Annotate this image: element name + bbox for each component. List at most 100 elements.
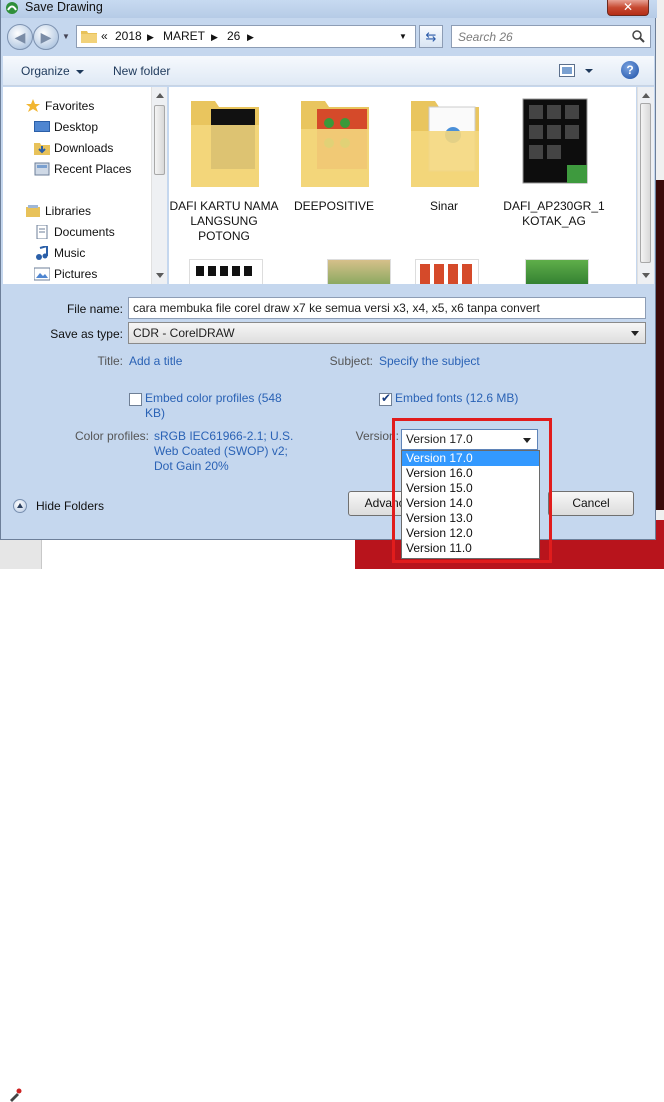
music-icon bbox=[36, 246, 48, 260]
background-toolbox bbox=[0, 540, 42, 1102]
version-select-value: Version 17.0 bbox=[406, 432, 473, 446]
subject-field[interactable]: Specify the subject bbox=[379, 354, 480, 368]
address-bar[interactable]: « 2018 ▶ MARET ▶ 26 ▶ ▼ bbox=[76, 25, 416, 48]
version-options-list: Version 17.0 Version 16.0 Version 15.0 V… bbox=[401, 450, 540, 559]
path-separator-icon[interactable]: ▶ bbox=[147, 32, 154, 43]
title-label: Title: bbox=[97, 354, 123, 368]
path-separator-icon[interactable]: ▶ bbox=[211, 32, 218, 43]
sidebar-item-label: Desktop bbox=[54, 120, 99, 134]
recent-places-icon bbox=[34, 162, 50, 176]
organize-menu[interactable]: Organize bbox=[21, 64, 84, 78]
star-icon bbox=[26, 99, 40, 112]
color-profiles-value-line[interactable]: sRGB IEC61966-2.1; U.S. bbox=[154, 429, 293, 444]
sidebar-item-label: Recent Places bbox=[54, 162, 132, 176]
eyedropper-icon[interactable] bbox=[8, 1088, 22, 1102]
address-dropdown-icon[interactable]: ▼ bbox=[399, 32, 407, 41]
documents-icon bbox=[36, 225, 48, 239]
file-thumbnail-partial[interactable] bbox=[189, 259, 263, 284]
search-icon[interactable] bbox=[632, 30, 645, 43]
sidebar-item-label: Documents bbox=[54, 225, 115, 239]
file-thumbnail-partial[interactable] bbox=[327, 259, 391, 284]
cancel-button[interactable]: Cancel bbox=[548, 491, 634, 516]
help-icon[interactable]: ? bbox=[621, 61, 639, 79]
save-as-type-value: CDR - CorelDRAW bbox=[133, 326, 235, 340]
chevron-down-icon bbox=[75, 69, 84, 74]
color-profiles-value-line[interactable]: Dot Gain 20% bbox=[154, 459, 229, 474]
version-option[interactable]: Version 15.0 bbox=[402, 481, 539, 496]
file-name: Sinar bbox=[429, 199, 458, 213]
sidebar-favorites-label: Favorites bbox=[45, 99, 95, 113]
hide-folders-button[interactable]: Hide Folders bbox=[36, 499, 104, 513]
file-thumbnail-partial[interactable] bbox=[525, 259, 589, 284]
file-name-label: File name: bbox=[66, 302, 123, 316]
view-options-dropdown-icon[interactable] bbox=[585, 69, 593, 73]
version-option[interactable]: Version 13.0 bbox=[402, 511, 539, 526]
path-separator-icon[interactable]: ▶ bbox=[247, 32, 254, 43]
version-option[interactable]: Version 16.0 bbox=[402, 466, 539, 481]
search-placeholder: Search 26 bbox=[458, 30, 513, 44]
window-title: Save Drawing bbox=[25, 0, 103, 14]
back-button[interactable]: ◀ bbox=[7, 24, 33, 50]
search-input[interactable]: Search 26 bbox=[451, 25, 651, 48]
coreldraw-file-thumbnail-icon bbox=[522, 98, 588, 184]
organize-label: Organize bbox=[21, 64, 70, 78]
thumbnail-pattern bbox=[196, 266, 256, 276]
folder-icon bbox=[191, 101, 259, 187]
hide-folders-icon[interactable] bbox=[13, 499, 27, 513]
coreldraw-app-icon bbox=[6, 2, 18, 14]
path-segment-2018[interactable]: 2018 bbox=[115, 29, 142, 43]
scroll-thumb[interactable] bbox=[154, 105, 165, 175]
subject-label: Subject: bbox=[329, 354, 373, 368]
navigation-pane: Favorites Desktop Downloads Recent Place… bbox=[3, 87, 167, 284]
embed-color-profiles-size: KB) bbox=[145, 406, 166, 420]
sidebar-item-label: Downloads bbox=[54, 141, 114, 155]
scroll-down-icon[interactable] bbox=[642, 273, 650, 278]
path-segment-maret[interactable]: MARET bbox=[163, 29, 205, 43]
scroll-down-icon[interactable] bbox=[156, 273, 164, 278]
sidebar-item-label: Pictures bbox=[54, 267, 98, 281]
save-drawing-dialog: Save Drawing ✕ ◀ ▶ ▼ « 2018 ▶ MARET ▶ 26… bbox=[0, 0, 657, 540]
refresh-button[interactable]: ⇆ bbox=[419, 25, 443, 48]
sidebar-item-label: Music bbox=[54, 246, 86, 260]
version-option[interactable]: Version 12.0 bbox=[402, 526, 539, 541]
pictures-icon bbox=[34, 267, 50, 281]
folder-icon bbox=[81, 31, 97, 43]
title-field[interactable]: Add a title bbox=[129, 354, 182, 368]
file-name: DAFI KARTU NAMA LANGSUNG POTONG bbox=[169, 199, 279, 243]
scroll-thumb[interactable] bbox=[640, 103, 651, 263]
chevron-down-icon bbox=[631, 331, 639, 336]
color-profiles-value-line[interactable]: Web Coated (SWOP) v2; bbox=[154, 444, 288, 459]
embed-fonts-checkbox[interactable] bbox=[379, 391, 392, 406]
chevron-down-icon bbox=[523, 438, 531, 443]
new-folder-button[interactable]: New folder bbox=[113, 64, 170, 78]
title-bar: Save Drawing ✕ bbox=[1, 0, 657, 18]
change-view-icon[interactable] bbox=[559, 64, 575, 77]
file-name: DEEPOSITIVE bbox=[293, 199, 375, 213]
embed-color-profiles-label: Embed color profiles (548 bbox=[145, 391, 282, 405]
scroll-up-icon[interactable] bbox=[156, 93, 164, 98]
libraries-icon bbox=[26, 205, 40, 217]
file-name: DAFI_AP230GR_1 KOTAK_AG bbox=[503, 199, 605, 228]
forward-button[interactable]: ▶ bbox=[33, 24, 59, 50]
folder-icon bbox=[301, 101, 369, 187]
embed-color-profiles-checkbox[interactable] bbox=[129, 393, 142, 406]
folder-icon bbox=[411, 101, 479, 187]
file-thumbnail-partial[interactable] bbox=[415, 259, 479, 284]
navigation-bar: ◀ ▶ ▼ « 2018 ▶ MARET ▶ 26 ▶ ▼ ⇆ Search 2… bbox=[1, 18, 657, 54]
save-as-type-select[interactable]: CDR - CorelDRAW bbox=[128, 322, 646, 344]
downloads-icon bbox=[34, 143, 50, 155]
version-option[interactable]: Version 11.0 bbox=[402, 541, 539, 556]
version-select[interactable]: Version 17.0 bbox=[401, 429, 538, 450]
version-option[interactable]: Version 14.0 bbox=[402, 496, 539, 511]
path-segment-26[interactable]: 26 bbox=[227, 29, 240, 43]
close-button[interactable]: ✕ bbox=[607, 0, 649, 16]
file-name-field[interactable]: cara membuka file corel draw x7 ke semua… bbox=[128, 297, 646, 319]
path-history-glyph[interactable]: « bbox=[101, 29, 108, 43]
embed-fonts-label: Embed fonts (12.6 MB) bbox=[395, 391, 519, 405]
version-option[interactable]: Version 17.0 bbox=[402, 451, 539, 466]
version-label: Version: bbox=[355, 429, 399, 443]
scroll-up-icon[interactable] bbox=[642, 93, 650, 98]
recent-pages-dropdown[interactable]: ▼ bbox=[62, 32, 70, 41]
file-list-scrollbar[interactable] bbox=[637, 87, 654, 284]
navigation-scrollbar[interactable] bbox=[151, 87, 167, 284]
